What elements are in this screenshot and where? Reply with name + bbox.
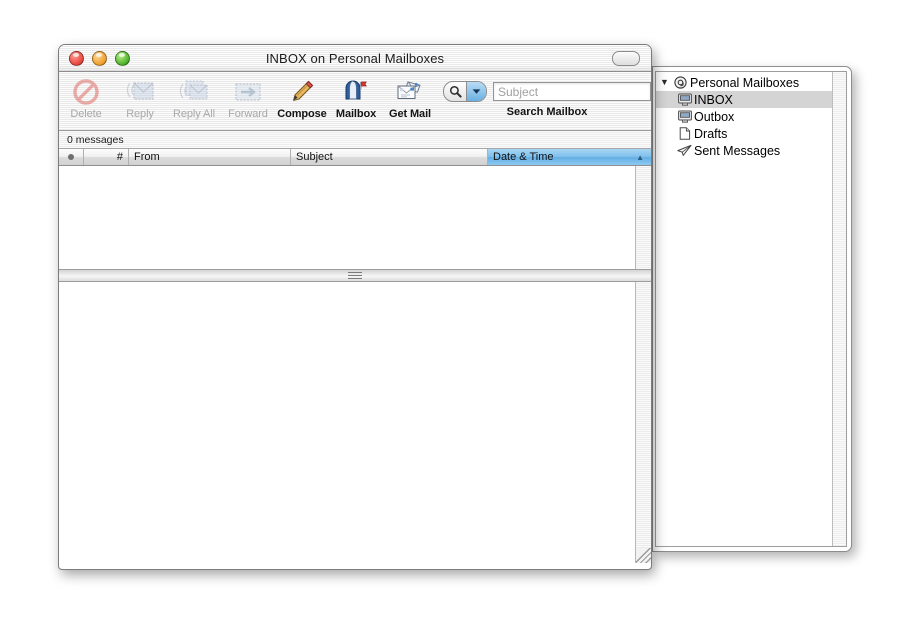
search-mailbox-label: Search Mailbox xyxy=(506,106,588,118)
minimize-button[interactable] xyxy=(92,50,107,66)
zoom-button[interactable] xyxy=(115,50,130,66)
column-label: From xyxy=(134,151,160,163)
mailbox-label: Outbox xyxy=(694,109,735,124)
mailbox-label: Drafts xyxy=(694,126,728,141)
reply-all-button[interactable]: Reply All xyxy=(167,75,221,120)
message-count-text: 0 messages xyxy=(67,133,124,146)
delete-icon xyxy=(72,77,100,107)
mailbox-row-personal-mailboxes[interactable]: ▼ Personal Mailboxes xyxy=(656,74,832,91)
mailbox-row-outbox[interactable]: Outbox xyxy=(656,108,832,125)
column-header-from[interactable]: From xyxy=(129,149,291,165)
chevron-down-icon[interactable] xyxy=(466,82,486,101)
inbox-mailbox-icon xyxy=(677,93,692,106)
get-mail-button[interactable]: Get Mail xyxy=(383,75,437,120)
column-header-number[interactable]: # xyxy=(84,149,129,165)
window-resize-grip[interactable] xyxy=(636,548,651,563)
reply-all-label: Reply All xyxy=(173,108,215,120)
mailbox-row-sent-messages[interactable]: Sent Messages xyxy=(656,142,832,159)
message-list-header: # From Subject Date & Time ▲ xyxy=(59,149,651,166)
mailbox-button[interactable]: Mailbox xyxy=(329,75,383,120)
search-mailbox-group: Subject Search Mailbox xyxy=(443,75,651,118)
search-row: Subject xyxy=(443,81,651,102)
mailbox-drawer-scrollbar[interactable] xyxy=(832,72,846,546)
reply-icon xyxy=(125,77,155,107)
desktop-background: ▼ Personal Mailboxes INBOX Outbox Drafts… xyxy=(0,0,908,634)
window-controls xyxy=(69,50,130,66)
page-title: INBOX on Personal Mailboxes xyxy=(265,50,445,66)
search-scope-button[interactable] xyxy=(443,81,487,102)
close-button[interactable] xyxy=(69,50,84,66)
forward-button[interactable]: Forward xyxy=(221,75,275,120)
sent-plane-icon xyxy=(677,144,692,157)
search-icon xyxy=(444,85,466,98)
account-globe-icon xyxy=(673,76,688,89)
message-list[interactable] xyxy=(59,166,651,269)
preview-scrollbar[interactable] xyxy=(635,282,651,563)
toolbar: Delete Reply Reply All Forward Compose M… xyxy=(59,72,651,131)
window-title-bar[interactable]: INBOX on Personal Mailboxes xyxy=(59,45,651,72)
forward-label: Forward xyxy=(228,108,268,120)
message-count-status: 0 messages xyxy=(59,131,651,149)
compose-label: Compose xyxy=(277,108,327,120)
mailbox-tree[interactable]: ▼ Personal Mailboxes INBOX Outbox Drafts… xyxy=(656,72,832,546)
sort-ascending-icon: ▲ xyxy=(636,152,644,162)
mailbox-row-inbox[interactable]: INBOX xyxy=(656,91,832,108)
column-label: # xyxy=(116,151,123,163)
mail-window: INBOX on Personal Mailboxes Delete Reply… xyxy=(58,44,652,570)
mailbox-label: Mailbox xyxy=(335,108,377,120)
column-header-date-time[interactable]: Date & Time ▲ xyxy=(488,149,651,165)
reply-label: Reply xyxy=(126,108,154,120)
drafts-page-icon xyxy=(677,127,692,140)
mailbox-icon xyxy=(341,77,371,107)
message-preview-pane[interactable] xyxy=(59,282,651,563)
mailbox-label: Personal Mailboxes xyxy=(690,75,800,90)
get-mail-icon xyxy=(394,77,426,107)
column-label: Date & Time xyxy=(493,151,554,163)
compose-icon xyxy=(288,77,316,107)
toolbar-toggle-button[interactable] xyxy=(612,51,640,66)
pane-splitter[interactable] xyxy=(59,269,651,282)
mailbox-row-drafts[interactable]: Drafts xyxy=(656,125,832,142)
forward-icon xyxy=(233,77,263,107)
reply-button[interactable]: Reply xyxy=(113,75,167,120)
compose-button[interactable]: Compose xyxy=(275,75,329,120)
column-header-subject[interactable]: Subject xyxy=(291,149,488,165)
mailbox-label: INBOX xyxy=(694,92,733,107)
message-list-scrollbar[interactable] xyxy=(635,166,651,269)
mailbox-drawer: ▼ Personal Mailboxes INBOX Outbox Drafts… xyxy=(652,66,852,552)
delete-label: Delete xyxy=(70,108,102,120)
splitter-grip-icon[interactable] xyxy=(348,272,362,279)
search-input[interactable]: Subject xyxy=(493,82,651,101)
unread-dot-icon xyxy=(68,154,74,160)
mailbox-label: Sent Messages xyxy=(694,143,781,158)
disclosure-triangle-icon[interactable]: ▼ xyxy=(660,78,671,87)
column-header-flag[interactable] xyxy=(59,149,84,165)
reply-all-icon xyxy=(178,77,210,107)
delete-button[interactable]: Delete xyxy=(59,75,113,120)
outbox-mailbox-icon xyxy=(677,110,692,123)
mailbox-drawer-inner: ▼ Personal Mailboxes INBOX Outbox Drafts… xyxy=(655,71,847,547)
column-label: Subject xyxy=(296,151,333,163)
get-mail-label: Get Mail xyxy=(389,108,431,120)
